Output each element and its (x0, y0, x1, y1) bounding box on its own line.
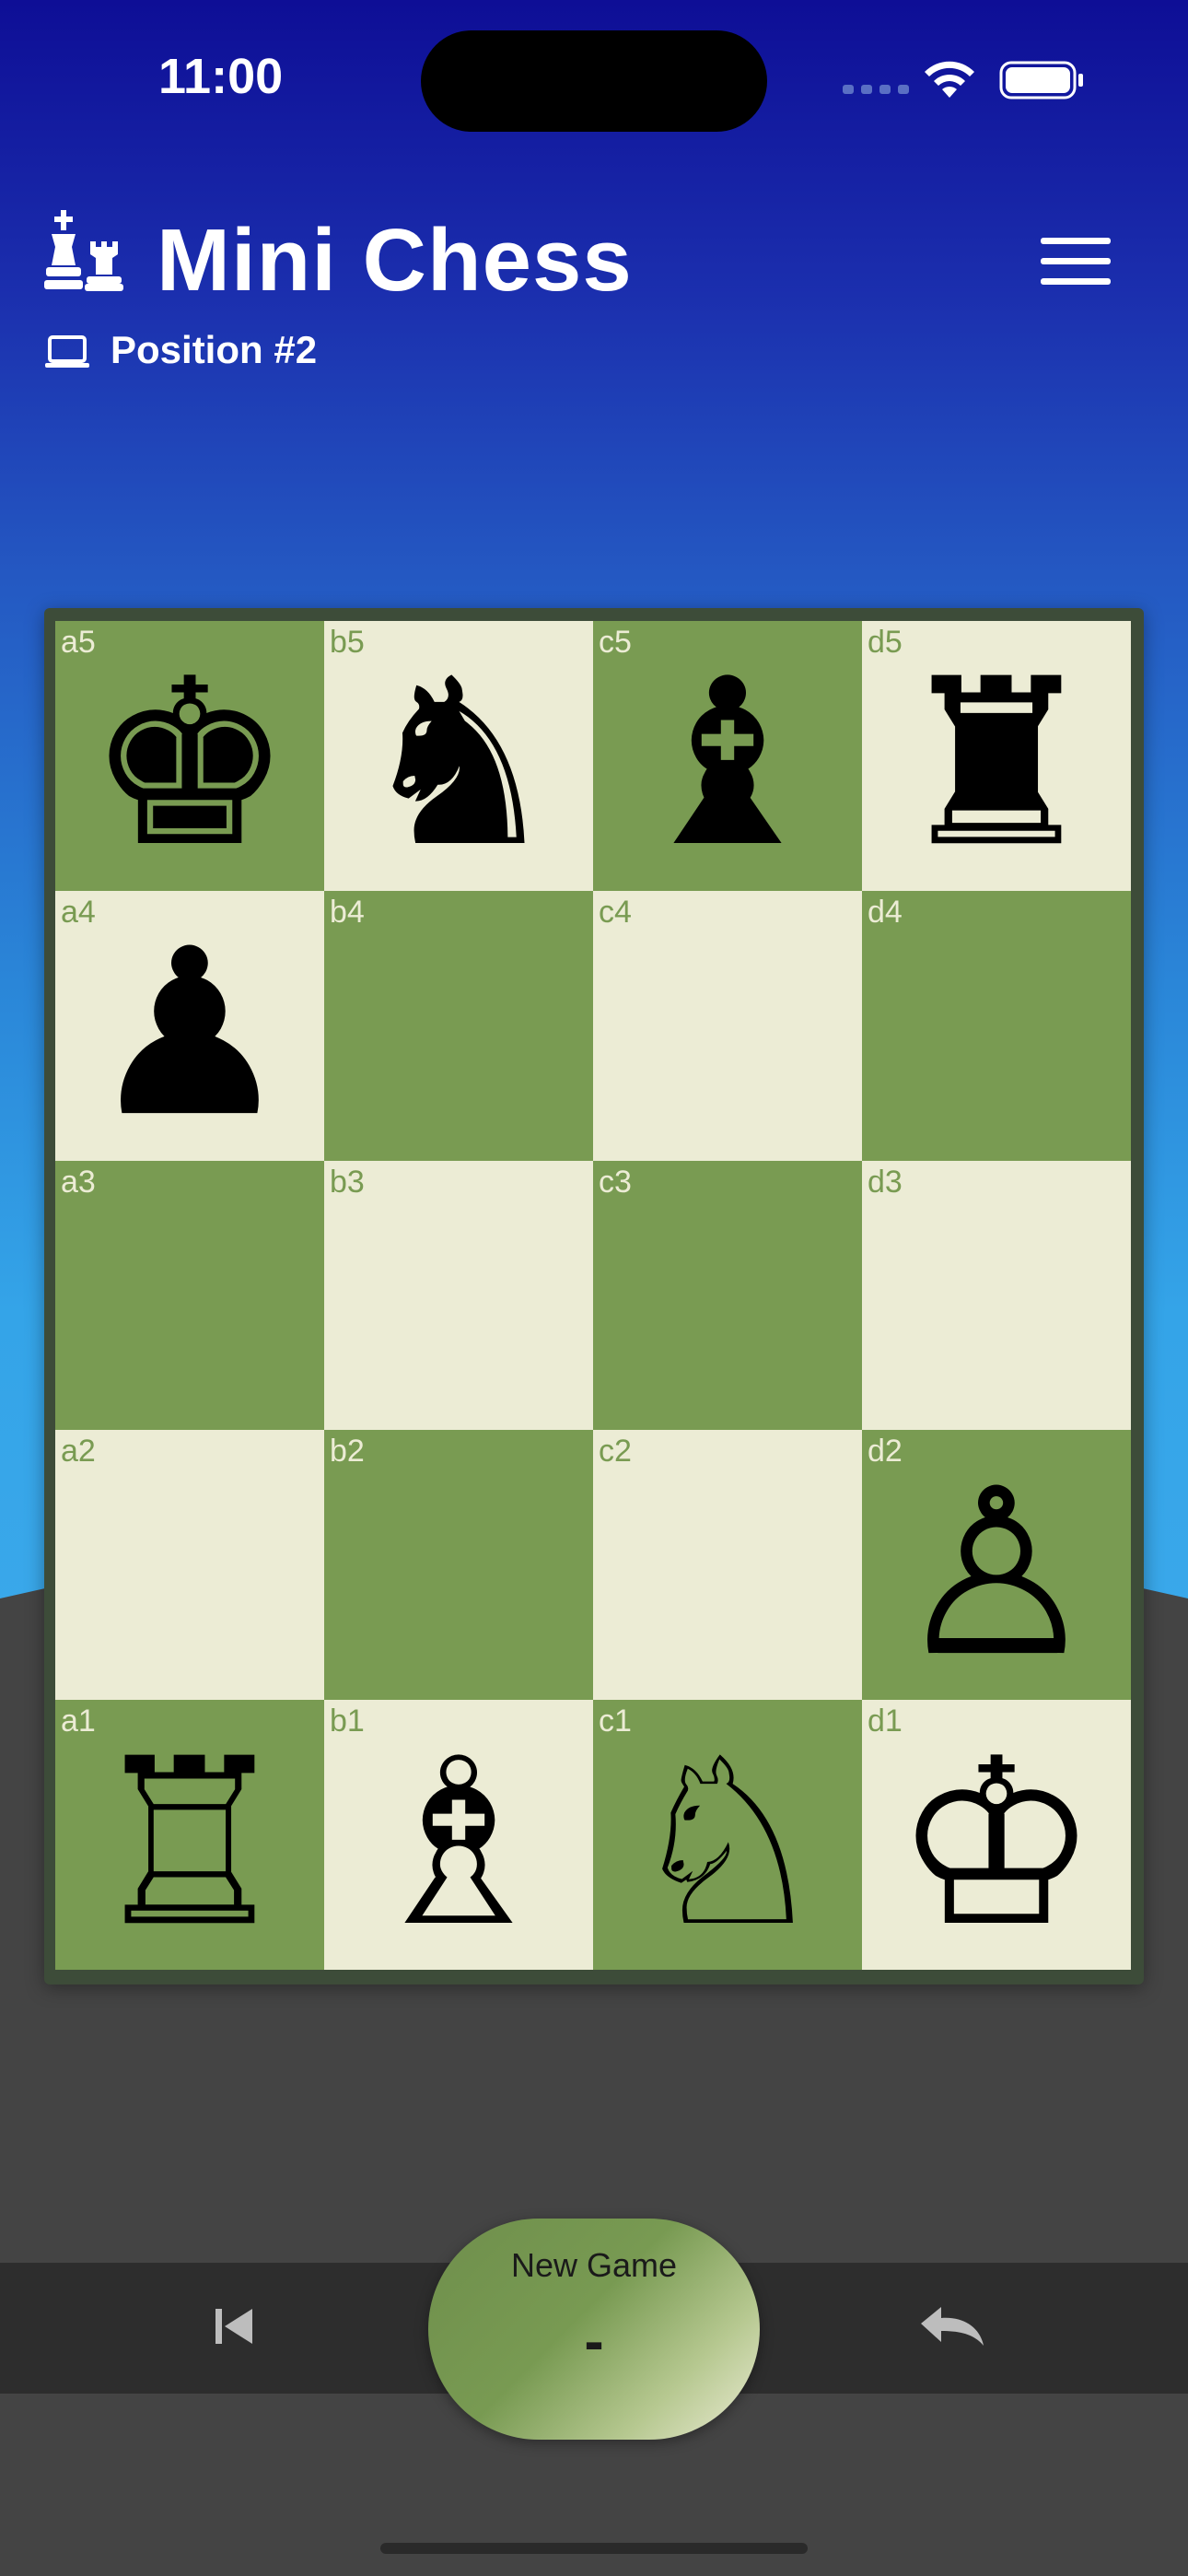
square-coordinate: d3 (868, 1164, 903, 1200)
white-rook-piece[interactable]: ♖ (55, 1700, 324, 1970)
square-coordinate: c3 (599, 1164, 632, 1200)
square-b3[interactable]: b3 (324, 1160, 593, 1431)
white-pawn-piece[interactable]: ♙ (862, 1430, 1131, 1700)
square-coordinate: a3 (61, 1164, 96, 1200)
square-coordinate: c2 (599, 1434, 632, 1469)
square-coordinate: c4 (599, 894, 632, 930)
square-d1[interactable]: d1 ♔ (862, 1700, 1131, 1970)
square-c3[interactable]: c3 (593, 1160, 862, 1431)
home-indicator[interactable] (380, 2543, 808, 2554)
black-pawn-piece[interactable]: ♟ (55, 891, 324, 1161)
position-label: Position #2 (111, 328, 318, 371)
square-a2[interactable]: a2 (55, 1430, 324, 1701)
square-a3[interactable]: a3 (55, 1160, 324, 1431)
white-bishop-piece[interactable]: ♗ (324, 1700, 593, 1970)
app-title: Mini Chess (157, 211, 633, 310)
laptop-icon (45, 335, 89, 368)
square-c4[interactable]: c4 (593, 890, 862, 1161)
black-bishop-piece[interactable]: ♝ (593, 621, 862, 891)
square-b1[interactable]: b1 ♗ (324, 1700, 593, 1970)
square-c1[interactable]: c1 ♘ (593, 1700, 862, 1970)
white-knight-piece[interactable]: ♘ (593, 1700, 862, 1970)
wifi-icon (925, 61, 974, 98)
chess-pieces-icon (44, 210, 123, 291)
square-a4[interactable]: a4 ♟ (55, 890, 324, 1161)
new-game-button[interactable]: New Game - (428, 2219, 760, 2440)
square-coordinate: d4 (868, 894, 903, 930)
black-rook-piece[interactable]: ♜ (862, 621, 1131, 891)
square-coordinate: b3 (330, 1164, 365, 1200)
square-b2[interactable]: b2 (324, 1430, 593, 1701)
hamburger-menu-icon (1041, 238, 1111, 244)
status-time: 11:00 (158, 49, 284, 104)
undo-icon[interactable] (917, 2303, 987, 2355)
skip-to-start-icon[interactable] (212, 2303, 258, 2349)
black-knight-piece[interactable]: ♞ (324, 621, 593, 891)
square-coordinate: b2 (330, 1434, 365, 1469)
black-king-piece[interactable]: ♚ (55, 621, 324, 891)
new-game-label: New Game (510, 2246, 678, 2284)
square-d5[interactable]: d5 ♜ (862, 621, 1131, 891)
square-a5[interactable]: a5 ♚ (55, 621, 324, 891)
cellular-signal-icon (843, 85, 909, 94)
square-d3[interactable]: d3 (862, 1160, 1131, 1431)
square-a1[interactable]: a1 ♖ (55, 1700, 324, 1970)
dynamic-island (421, 30, 767, 132)
white-king-piece[interactable]: ♔ (862, 1700, 1131, 1970)
square-d4[interactable]: d4 (862, 890, 1131, 1161)
square-coordinate: b4 (330, 894, 365, 930)
menu-button[interactable] (1041, 238, 1111, 293)
chess-board: a5 ♚ b5 ♞ c5 ♝ d5 ♜ a4 ♟ b4 c4 d4 a3 b3 c3 d3 a2 b2 c2 d2 ♙ a1… (55, 621, 1131, 1970)
square-c5[interactable]: c5 ♝ (593, 621, 862, 891)
square-c2[interactable]: c2 (593, 1430, 862, 1701)
square-coordinate: a2 (61, 1434, 96, 1469)
new-game-value: - (584, 2308, 604, 2374)
battery-icon (999, 61, 1083, 100)
square-b5[interactable]: b5 ♞ (324, 621, 593, 891)
square-d2[interactable]: d2 ♙ (862, 1430, 1131, 1701)
square-b4[interactable]: b4 (324, 890, 593, 1161)
